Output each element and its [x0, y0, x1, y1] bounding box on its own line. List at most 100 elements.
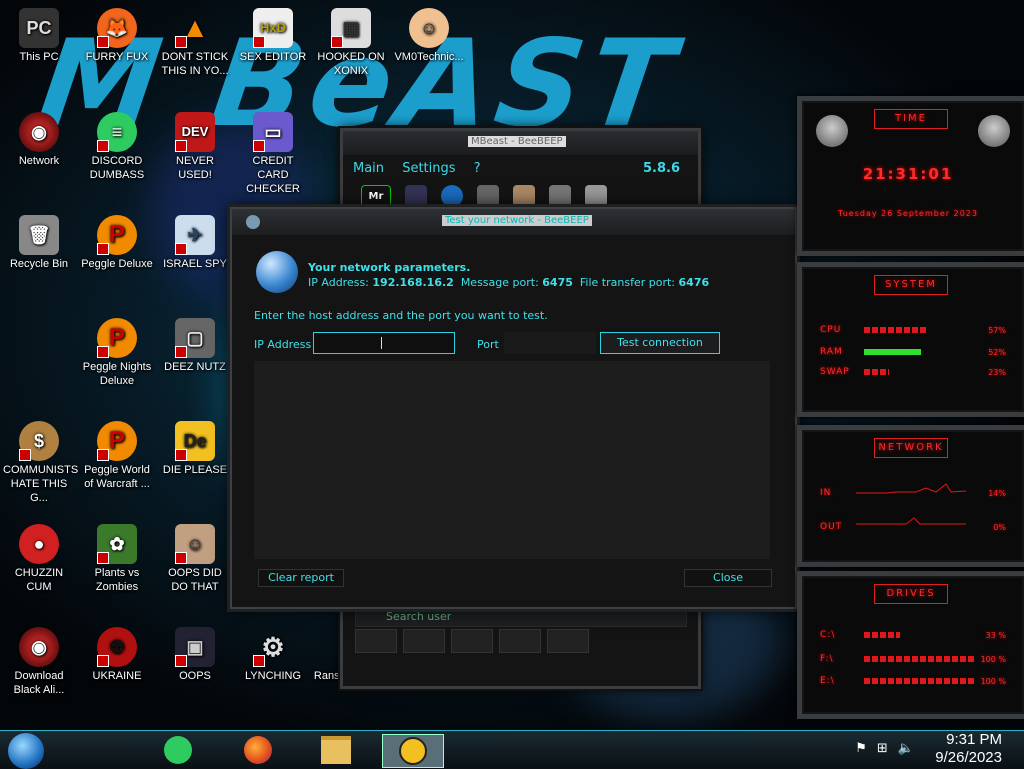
network-test-icon[interactable]: [441, 185, 463, 207]
desktop-icon-label: This PC: [19, 51, 59, 63]
desktop-icon-xonix[interactable]: ▦ HOOKED ON XONIX: [315, 8, 387, 78]
edit-icon[interactable]: [513, 185, 535, 207]
desktop-icon-credit-card[interactable]: ▭ CREDIT CARD CHECKER: [237, 112, 309, 196]
desktop-icon-black-ali[interactable]: ◉ Download Black Ali...: [3, 627, 75, 697]
desktop-icon-communists[interactable]: $ COMMUNISTS HATE THIS G...: [3, 421, 79, 505]
host-address-input[interactable]: [313, 332, 455, 354]
menu-main[interactable]: Main: [353, 161, 384, 176]
dialog-titlebar[interactable]: Test your network - BeeBEEP: [232, 209, 795, 235]
desktop-icon-hxd[interactable]: HxD SEX EDITOR: [237, 8, 309, 64]
messages-icon[interactable]: [451, 629, 493, 653]
flag-icon[interactable]: ⚑: [855, 741, 867, 756]
plant-icon: ✿: [97, 524, 137, 564]
gadget-header: DRIVES: [874, 584, 948, 604]
users-icon[interactable]: [403, 629, 445, 653]
taskbar: ⚑ ⊞ 🔈 9:31 PM 9/26/2023: [0, 730, 1024, 769]
taskbar-clock[interactable]: 9:31 PM 9/26/2023: [935, 731, 1002, 767]
taskbar-chat-app[interactable]: [158, 734, 198, 766]
taskbar-file-explorer[interactable]: [316, 734, 356, 766]
close-button[interactable]: Close: [684, 569, 772, 587]
desktop-icon-label: COMMUNISTS HATE THIS G...: [3, 464, 79, 504]
gadget-clock: 21:31:01: [862, 165, 954, 183]
desktop-icon-this-pc[interactable]: PC This PC: [3, 8, 75, 64]
desktop-icon-devcpp[interactable]: DEV NEVER USED!: [159, 112, 231, 182]
desktop-icon-label: Network: [18, 155, 60, 167]
desktop-icon-recycle-bin[interactable]: 🗑 Recycle Bin: [3, 215, 75, 271]
net-in-label: IN: [820, 488, 832, 498]
port-input[interactable]: [504, 332, 596, 354]
volume-icon[interactable]: 🔈: [898, 741, 914, 756]
clock-date: 9/26/2023: [935, 749, 1002, 766]
desktop-icon-label: DONT STICK THIS IN YO...: [161, 51, 229, 77]
desktop-icon-deez-nutz[interactable]: ▢ DEEZ NUTZ: [159, 318, 231, 374]
desktop-icon-label: OOPS DID DO THAT: [168, 567, 222, 593]
trash-icon[interactable]: [585, 185, 607, 207]
network-gadget: NETWORK IN 14% OUT 0%: [797, 425, 1024, 567]
menu-help[interactable]: ?: [474, 161, 481, 176]
credit-card-icon: ▭: [253, 112, 293, 152]
desktop-icon-vm0[interactable]: ☺ VM0Technic...: [393, 8, 465, 64]
de-icon: De: [175, 421, 215, 461]
desktop-icon-label: DEEZ NUTZ: [164, 361, 226, 373]
system-tray: ⚑ ⊞ 🔈: [855, 741, 914, 756]
chat-icon[interactable]: [355, 629, 397, 653]
window-titlebar[interactable]: MBeast - BeeBEEP: [343, 131, 698, 155]
drives-gadget: DRIVES C:\ 33 % F:\ 100 % E:\ 100 %: [797, 571, 1024, 719]
folder-icon: [321, 736, 351, 764]
share-icon[interactable]: [547, 629, 589, 653]
taskbar-beebeep[interactable]: [382, 734, 444, 768]
peggle-icon: P: [97, 215, 137, 255]
desktop-icon-firefox[interactable]: 🦊 FURRY FUX: [81, 8, 153, 64]
menu-settings[interactable]: Settings: [402, 161, 455, 176]
ram-label: RAM: [820, 347, 843, 357]
clear-report-button[interactable]: Clear report: [258, 569, 344, 587]
desktop-icon-oops[interactable]: ▣ OOPS: [159, 627, 231, 683]
desktop-icon-label: CREDIT CARD CHECKER: [246, 155, 300, 195]
gadget-header: TIME: [874, 109, 948, 129]
desktop-icon-label: ISRAEL SPY: [163, 258, 227, 270]
groups-icon[interactable]: [499, 629, 541, 653]
version-label: 5.8.6: [642, 161, 680, 176]
rope-icon: ⚙: [253, 627, 293, 667]
net-in-graph: [856, 483, 966, 494]
report-area[interactable]: [254, 361, 770, 559]
network-tray-icon[interactable]: ⊞: [877, 741, 888, 756]
chuzzle-icon: ●: [19, 524, 59, 564]
network-parameters-heading: Your network parameters.: [308, 261, 471, 274]
desktop-icon-israel-spy[interactable]: ✈ ISRAEL SPY: [159, 215, 231, 271]
desktop-icon-peggle-nights[interactable]: P Peggle Nights Deluxe: [81, 318, 153, 388]
desktop-icon-network[interactable]: ◉ Network: [3, 112, 75, 168]
desktop-icon-oops-did[interactable]: ☺ OOPS DID DO THAT: [159, 524, 231, 594]
person-icon: ☺: [409, 8, 449, 48]
test-network-dialog[interactable]: Test your network - BeeBEEP Your network…: [230, 207, 797, 609]
desktop-icon-label: Peggle World of Warcraft ...: [84, 464, 150, 490]
message-icon[interactable]: [477, 185, 499, 207]
start-button[interactable]: [8, 733, 44, 769]
desktop-icon-label: DIE PLEASE: [162, 464, 228, 476]
firefox-icon: [244, 736, 272, 764]
user-status-button[interactable]: Mr: [361, 185, 391, 209]
tools-icon[interactable]: [549, 185, 571, 207]
beebeep-icon: [246, 215, 260, 229]
taskbar-firefox[interactable]: [238, 734, 278, 766]
desktop-icon-lynching[interactable]: ⚙ LYNCHING: [237, 627, 309, 683]
computer-icon: PC: [19, 8, 59, 48]
desktop-icon-pvz[interactable]: ✿ Plants vs Zombies: [81, 524, 153, 594]
desktop-icon-die-please[interactable]: De DIE PLEASE: [159, 421, 231, 477]
dialog-title: Test your network - BeeBEEP: [442, 215, 592, 226]
bee-icon: [399, 737, 427, 765]
desktop-icon-ukraine[interactable]: ☢ UKRAINE: [81, 627, 153, 683]
host-label: IP Address: [254, 338, 312, 351]
desktop-icon-label: SEX EDITOR: [239, 51, 307, 63]
desktop-icon-vlc[interactable]: ▲ DONT STICK THIS IN YO...: [159, 8, 231, 78]
search-user-input[interactable]: Search user: [355, 607, 687, 627]
test-connection-button[interactable]: Test connection: [600, 332, 720, 354]
desktop-icon-peggle-wow[interactable]: P Peggle World of Warcraft ...: [81, 421, 153, 491]
gadget-date: Tuesday 26 September 2023: [838, 209, 978, 218]
notes-icon[interactable]: [405, 185, 427, 207]
desktop-icon-discord[interactable]: ≡ DISCORD DUMBASS: [81, 112, 153, 182]
desktop-icon-label: Recycle Bin: [9, 258, 69, 270]
desktop-icon-peggle-deluxe[interactable]: P Peggle Deluxe: [81, 215, 153, 271]
desktop-icon-chuzzin[interactable]: ● CHUZZIN CUM: [3, 524, 75, 594]
desktop-icon-label: Peggle Nights Deluxe: [82, 361, 152, 387]
